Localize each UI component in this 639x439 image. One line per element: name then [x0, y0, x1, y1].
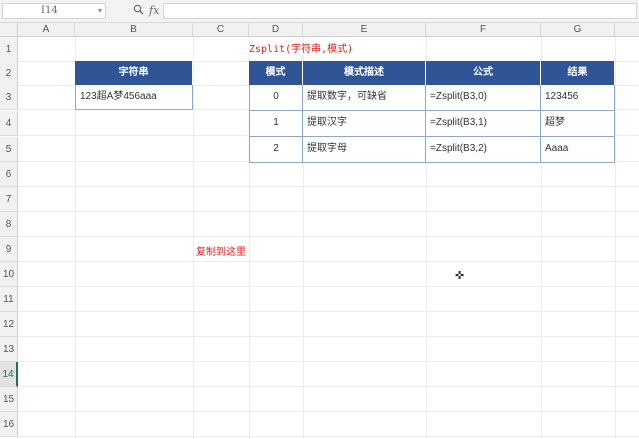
gridline	[18, 386, 639, 387]
name-box[interactable]: I14 ▾	[2, 3, 106, 19]
name-box-value: I14	[41, 5, 58, 16]
column-header-b[interactable]: B	[75, 23, 193, 36]
gridline	[18, 411, 639, 412]
row-header-13[interactable]: 13	[0, 337, 18, 362]
row-header-3[interactable]: 3	[0, 85, 18, 110]
select-all-corner[interactable]	[0, 23, 18, 36]
gridline	[18, 261, 639, 262]
row-header-16[interactable]: 16	[0, 412, 18, 437]
formula-input[interactable]	[163, 3, 637, 19]
gridline	[193, 37, 194, 439]
copy-here-note: 复制到这里	[196, 247, 246, 258]
row-header-9[interactable]: 9	[0, 237, 18, 262]
column-header-g[interactable]: G	[541, 23, 615, 36]
mode-table-cell-description[interactable]: 提取数字，可缺省	[303, 85, 426, 111]
mode-table-header-mode[interactable]: 模式	[249, 61, 303, 85]
source-table-value[interactable]: 123超A梦456aaa	[75, 85, 193, 110]
column-header-f[interactable]: F	[426, 23, 541, 36]
row-header-5[interactable]: 5	[0, 137, 18, 162]
magnifier-icon[interactable]	[133, 4, 144, 19]
source-table-header[interactable]: 字符串	[75, 61, 193, 85]
gridline	[18, 186, 639, 187]
mode-table-cell-mode[interactable]: 2	[249, 137, 303, 163]
row-header-1[interactable]: 1	[0, 37, 18, 62]
fx-icon[interactable]: fx	[149, 4, 159, 18]
mode-table-cell-formula[interactable]: =Zsplit(B3,0)	[426, 85, 541, 111]
gridline	[18, 361, 639, 362]
row-header-8[interactable]: 8	[0, 212, 18, 237]
gridline	[615, 37, 616, 439]
gridline	[18, 236, 639, 237]
gridline	[18, 311, 639, 312]
row-header-10[interactable]: 10	[0, 262, 18, 287]
mode-table-cell-description[interactable]: 提取汉字	[303, 111, 426, 137]
mode-table-header-description[interactable]: 模式描述	[303, 61, 426, 85]
gridline	[18, 286, 639, 287]
column-header-d[interactable]: D	[249, 23, 303, 36]
mode-table-cell-result[interactable]: 超梦	[541, 111, 615, 137]
column-header-e[interactable]: E	[303, 23, 426, 36]
row-header-2[interactable]: 2	[0, 61, 18, 86]
mode-table-cell-formula[interactable]: =Zsplit(B3,1)	[426, 111, 541, 137]
row-header-14[interactable]: 14	[0, 362, 18, 387]
chevron-down-icon[interactable]: ▾	[98, 4, 102, 18]
mode-table-cell-mode[interactable]: 1	[249, 111, 303, 137]
function-title: Zsplit(字符串,模式)	[249, 44, 354, 55]
row-header-11[interactable]: 11	[0, 287, 18, 312]
row-header-6[interactable]: 6	[0, 162, 18, 187]
row-header-12[interactable]: 12	[0, 312, 18, 337]
column-header-row: A B C D E F G	[0, 23, 639, 37]
mode-table-cell-result[interactable]: Aaaa	[541, 137, 615, 163]
mode-table-cell-result[interactable]: 123456	[541, 85, 615, 111]
gridline	[18, 336, 639, 337]
column-header-a[interactable]: A	[18, 23, 75, 36]
mode-table-cell-mode[interactable]: 0	[249, 85, 303, 111]
formula-bar: I14 ▾ fx	[0, 0, 639, 23]
mode-table-cell-description[interactable]: 提取字母	[303, 137, 426, 163]
mode-table-header-formula[interactable]: 公式	[426, 61, 541, 85]
row-header-15[interactable]: 15	[0, 387, 18, 412]
cell-cursor-icon: ✜	[455, 270, 465, 282]
row-header-4[interactable]: 4	[0, 111, 18, 136]
gridline	[18, 436, 639, 437]
row-header-7[interactable]: 7	[0, 187, 18, 212]
column-header-c[interactable]: C	[193, 23, 249, 36]
mode-table-cell-formula[interactable]: =Zsplit(B3,2)	[426, 137, 541, 163]
mode-table-header-result[interactable]: 结果	[541, 61, 615, 85]
gridline	[18, 211, 639, 212]
